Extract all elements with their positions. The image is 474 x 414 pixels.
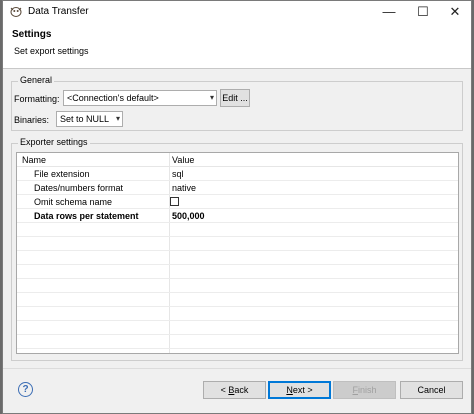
next-rest: ext > — [292, 385, 313, 395]
close-button[interactable]: ✕ — [440, 1, 470, 23]
data-transfer-dialog: Data Transfer — ☐ ✕ Settings Set export … — [2, 0, 472, 414]
finish-rest: inish — [357, 385, 377, 395]
back-button[interactable]: < Back — [203, 381, 266, 399]
empty-row — [17, 293, 458, 307]
maximize-button[interactable]: ☐ — [408, 1, 438, 23]
binaries-select[interactable]: Set to NULL ▾ — [56, 111, 123, 127]
empty-row — [17, 237, 458, 251]
formatting-select[interactable]: <Connection's default> ▾ — [63, 90, 217, 106]
empty-row — [17, 335, 458, 349]
chevron-down-icon: ▾ — [209, 93, 214, 102]
cancel-button[interactable]: Cancel — [400, 381, 463, 399]
property-value[interactable]: native — [172, 183, 196, 193]
formatting-select-value: <Connection's default> — [67, 93, 159, 103]
table-row[interactable]: File extension sql — [17, 167, 458, 181]
formatting-label: Formatting: — [14, 94, 60, 104]
finish-button[interactable]: Finish — [333, 381, 396, 399]
table-header: Name Value — [17, 153, 458, 167]
binaries-select-value: Set to NULL — [60, 114, 110, 124]
page-subtitle: Set export settings — [14, 46, 89, 56]
general-group-legend: General — [18, 75, 55, 85]
minimize-button[interactable]: — — [374, 1, 404, 23]
edit-formatting-button[interactable]: Edit ... — [220, 89, 250, 107]
table-row[interactable]: Omit schema name — [17, 195, 458, 209]
dbeaver-app-icon — [10, 7, 22, 17]
empty-row — [17, 251, 458, 265]
table-row[interactable]: Data rows per statement 500,000 — [17, 209, 458, 223]
back-rest: ack — [234, 385, 249, 395]
exporter-settings-table[interactable]: Name Value File extension sql Dates/numb… — [16, 152, 459, 354]
next-button[interactable]: Next > — [268, 381, 331, 399]
page-title: Settings — [12, 29, 52, 40]
table-row[interactable]: Dates/numbers format native — [17, 181, 458, 195]
property-value[interactable]: 500,000 — [172, 211, 205, 221]
window-title: Data Transfer — [28, 6, 89, 17]
help-icon[interactable]: ? — [18, 382, 33, 397]
wizard-header: Settings Set export settings — [3, 23, 471, 69]
property-name: File extension — [34, 169, 90, 179]
property-name: Data rows per statement — [34, 211, 139, 221]
omit-schema-checkbox[interactable] — [170, 197, 179, 206]
column-header-value[interactable]: Value — [172, 155, 194, 165]
property-name: Dates/numbers format — [34, 183, 124, 193]
property-name: Omit schema name — [34, 197, 113, 207]
empty-row — [17, 223, 458, 237]
binaries-label: Binaries: — [14, 115, 50, 125]
empty-row — [17, 307, 458, 321]
empty-row — [17, 279, 458, 293]
exporter-settings-legend: Exporter settings — [18, 137, 90, 147]
property-value[interactable]: sql — [172, 169, 184, 179]
empty-row — [17, 321, 458, 335]
title-bar[interactable]: Data Transfer — ☐ ✕ — [3, 1, 471, 23]
empty-row — [17, 265, 458, 279]
column-header-name[interactable]: Name — [22, 155, 46, 165]
chevron-down-icon: ▾ — [115, 114, 120, 123]
footer-divider — [3, 368, 471, 369]
